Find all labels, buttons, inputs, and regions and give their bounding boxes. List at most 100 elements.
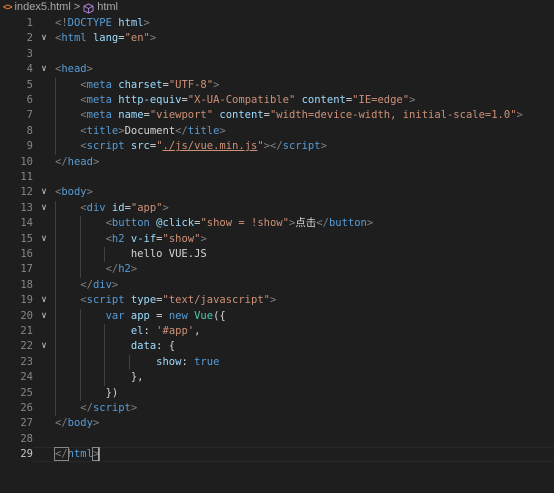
code-token: </ [175, 124, 188, 137]
code-token: </ [80, 278, 93, 291]
line-number: 16 [20, 248, 33, 260]
code-text: </html> [54, 447, 101, 462]
code-token: new [168, 309, 188, 322]
code-line[interactable]: 15 ∨ <h2 v-if="show"> [0, 232, 554, 247]
code-line[interactable]: 27 </body> [0, 416, 554, 431]
breadcrumb-file[interactable]: index5.html [15, 1, 71, 13]
code-line[interactable]: 11 [0, 170, 554, 185]
code-token: html [61, 32, 87, 45]
code-token: }, [130, 371, 144, 384]
code-line[interactable]: 14 <button @click="show = !show">点击</but… [0, 216, 554, 231]
fold-chevron-icon[interactable]: ∨ [39, 62, 49, 77]
code-token: = [149, 309, 169, 322]
fold-chevron-icon[interactable]: ∨ [39, 201, 49, 216]
line-number: 21 [20, 325, 33, 337]
code-token: <! [55, 17, 68, 29]
code-token: id [105, 201, 125, 214]
code-text: <meta http-equiv="X-UA-Compatible" conte… [55, 93, 415, 108]
code-text: </h2> [55, 262, 138, 277]
code-text: <script type="text/javascript"> [55, 293, 276, 308]
code-token: hello VUE.JS [130, 248, 207, 260]
code-token: lang [86, 32, 119, 45]
code-token: v-if [124, 232, 157, 245]
fold-chevron-icon[interactable]: ∨ [39, 232, 49, 247]
code-line[interactable]: 25 }) [0, 386, 554, 401]
breadcrumb-node[interactable]: html [97, 1, 118, 13]
fold-chevron-icon[interactable]: ∨ [39, 185, 49, 200]
code-token: div [92, 278, 112, 291]
code-token: type [124, 294, 157, 307]
fold-chevron-icon[interactable]: ∨ [39, 293, 49, 308]
code-line[interactable]: 7 <meta name="viewport" content="width=d… [0, 108, 554, 123]
code-line[interactable]: 21 el: '#app', [0, 324, 554, 339]
code-line[interactable]: 5 <meta charset="UTF-8"> [0, 78, 554, 93]
code-token: </ [316, 217, 329, 230]
code-token: "viewport" [149, 109, 214, 122]
code-token: > [366, 217, 374, 230]
code-line[interactable]: 1 <!DOCTYPE html> [0, 16, 554, 31]
code-line[interactable]: 10 </head> [0, 155, 554, 170]
code-line[interactable]: 22 ∨ data: { [0, 339, 554, 354]
code-token: > [200, 232, 207, 245]
code-line[interactable]: 4 ∨ <head> [0, 62, 554, 77]
code-token: script [86, 294, 125, 307]
code-token: "show = !show" [200, 217, 289, 230]
code-line[interactable]: 23 show: true [0, 355, 554, 370]
code-line[interactable]: 16 hello VUE.JS [0, 247, 554, 262]
code-token: body [61, 186, 87, 199]
code-token: "UTF-8" [168, 78, 214, 91]
code-line[interactable]: 19 ∨ <script type="text/javascript"> [0, 293, 554, 308]
code-token: > [143, 17, 150, 29]
code-token: meta [86, 109, 112, 122]
code-token: meta [86, 94, 112, 106]
code-token: "IE=edge" [352, 94, 410, 106]
code-line[interactable]: 9 <script src="./js/vue.min.js"></script… [0, 139, 554, 154]
code-line[interactable]: 20 ∨ var app = new Vue({ [0, 309, 554, 324]
code-line[interactable]: 28 [0, 432, 554, 447]
code-token: h2 [111, 232, 125, 245]
code-token: script [282, 140, 321, 153]
code-line[interactable]: 2 ∨ <html lang="en"> [0, 31, 554, 46]
code-line[interactable]: 24 }, [0, 370, 554, 385]
code-token: button [328, 217, 367, 230]
code-text: el: '#app', [55, 324, 201, 339]
line-number: 7 [26, 109, 33, 122]
code-line[interactable]: 12 ∨ <body> [0, 185, 554, 200]
code-text: <head> [55, 62, 93, 77]
fold-chevron-icon[interactable]: ∨ [39, 339, 49, 354]
code-editor[interactable]: 1 <!DOCTYPE html> 2 ∨ <html lang="en"> 3 4 ∨ <he… [0, 16, 554, 493]
code-line[interactable]: 3 [0, 47, 554, 62]
code-text: <meta charset="UTF-8"> [55, 78, 219, 93]
code-line[interactable]: 8 <title>Document</title> [0, 124, 554, 139]
fold-chevron-icon[interactable]: ∨ [39, 31, 49, 46]
code-line[interactable]: 6 <meta http-equiv="X-UA-Compatible" con… [0, 93, 554, 108]
code-token: DOCTYPE [67, 17, 112, 29]
code-token: title [187, 124, 220, 137]
code-token: content [213, 109, 264, 122]
code-line[interactable]: 18 </div> [0, 278, 554, 293]
code-line[interactable]: 26 </script> [0, 401, 554, 416]
breadcrumb-separator-icon: > [73, 1, 81, 13]
code-token: : [181, 355, 195, 368]
code-token: content [295, 94, 346, 106]
fold-chevron-icon[interactable]: ∨ [39, 309, 49, 324]
code-text: <script src="./js/vue.min.js"></script> [55, 139, 327, 154]
code-token: </ [54, 447, 69, 462]
code-text: var app = new Vue({ [55, 309, 226, 324]
line-number: 27 [20, 417, 33, 430]
code-token: </ [80, 402, 93, 414]
code-token: "app" [130, 201, 163, 214]
code-line[interactable]: 29 </html> [0, 447, 554, 462]
code-token: > [149, 32, 157, 45]
code-line[interactable]: 17 </h2> [0, 262, 554, 277]
code-line[interactable]: 13 ∨ <div id="app"> [0, 201, 554, 216]
